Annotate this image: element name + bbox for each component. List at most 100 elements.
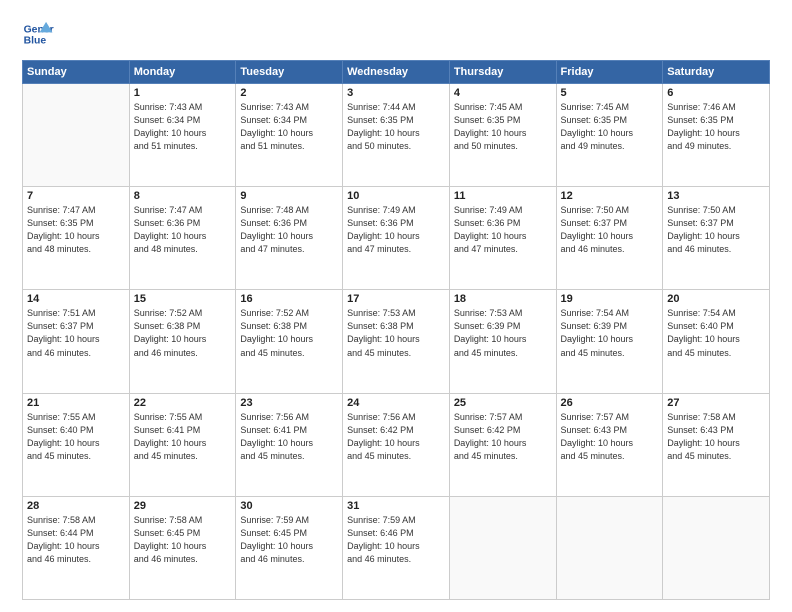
calendar-cell: 7 Sunrise: 7:47 AM Sunset: 6:35 PM Daylig…: [23, 187, 130, 290]
day-number: 11: [454, 190, 552, 202]
day-info: Sunrise: 7:50 AM Sunset: 6:37 PM Dayligh…: [561, 204, 659, 256]
logo: General Blue: [22, 18, 50, 50]
day-number: 26: [561, 397, 659, 409]
calendar-cell: 25 Sunrise: 7:57 AM Sunset: 6:42 PM Dayli…: [449, 393, 556, 496]
calendar-cell: 20Sunrise: 7:54 AM Sunset: 6:40 PM Dayli…: [663, 290, 770, 393]
calendar-cell: 23 Sunrise: 7:56 AM Sunset: 6:41 PM Dayli…: [236, 393, 343, 496]
calendar-cell: 26 Sunrise: 7:57 AM Sunset: 6:43 PM Dayli…: [556, 393, 663, 496]
day-number: 29: [134, 500, 232, 512]
calendar-cell: 4 Sunrise: 7:45 AM Sunset: 6:35 PM Daylig…: [449, 84, 556, 187]
day-info: Sunrise: 7:51 AM Sunset: 6:37 PM Dayligh…: [27, 307, 125, 359]
day-info: Sunrise: 7:56 AM Sunset: 6:42 PM Dayligh…: [347, 411, 445, 463]
calendar-cell: 9 Sunrise: 7:48 AM Sunset: 6:36 PM Daylig…: [236, 187, 343, 290]
week-row-3: 21 Sunrise: 7:55 AM Sunset: 6:40 PM Dayli…: [23, 393, 770, 496]
week-row-1: 7 Sunrise: 7:47 AM Sunset: 6:35 PM Daylig…: [23, 187, 770, 290]
day-number: 23: [240, 397, 338, 409]
calendar-cell: 5 Sunrise: 7:45 AM Sunset: 6:35 PM Daylig…: [556, 84, 663, 187]
calendar-cell: 18 Sunrise: 7:53 AM Sunset: 6:39 PM Dayli…: [449, 290, 556, 393]
day-info: Sunrise: 7:47 AM Sunset: 6:36 PM Dayligh…: [134, 204, 232, 256]
calendar-cell: 12 Sunrise: 7:50 AM Sunset: 6:37 PM Dayli…: [556, 187, 663, 290]
week-row-2: 14 Sunrise: 7:51 AM Sunset: 6:37 PM Dayli…: [23, 290, 770, 393]
day-info: Sunrise: 7:49 AM Sunset: 6:36 PM Dayligh…: [347, 204, 445, 256]
day-number: 22: [134, 397, 232, 409]
calendar-cell: 19Sunrise: 7:54 AM Sunset: 6:39 PM Dayli…: [556, 290, 663, 393]
day-number: 14: [27, 293, 125, 305]
day-number: 7: [27, 190, 125, 202]
day-info: Sunrise: 7:45 AM Sunset: 6:35 PM Dayligh…: [454, 101, 552, 153]
calendar-cell: 8Sunrise: 7:47 AM Sunset: 6:36 PM Daylig…: [129, 187, 236, 290]
day-number: 13: [667, 190, 765, 202]
day-info: Sunrise: 7:52 AM Sunset: 6:38 PM Dayligh…: [240, 307, 338, 359]
calendar-cell: 22 Sunrise: 7:55 AM Sunset: 6:41 PM Dayli…: [129, 393, 236, 496]
svg-text:Blue: Blue: [24, 36, 47, 47]
calendar-cell: 21 Sunrise: 7:55 AM Sunset: 6:40 PM Dayli…: [23, 393, 130, 496]
day-number: 27: [667, 397, 765, 409]
day-number: 4: [454, 87, 552, 99]
page: General Blue SundayMondayTuesdayWednesda…: [0, 0, 792, 612]
calendar-cell: 16 Sunrise: 7:52 AM Sunset: 6:38 PM Dayli…: [236, 290, 343, 393]
calendar-cell: [449, 496, 556, 599]
day-number: 10: [347, 190, 445, 202]
day-number: 1: [134, 87, 232, 99]
day-number: 9: [240, 190, 338, 202]
day-number: 2: [240, 87, 338, 99]
day-info: Sunrise: 7:43 AM Sunset: 6:34 PM Dayligh…: [134, 101, 232, 153]
week-row-0: 1 Sunrise: 7:43 AM Sunset: 6:34 PM Daylig…: [23, 84, 770, 187]
day-info: Sunrise: 7:53 AM Sunset: 6:38 PM Dayligh…: [347, 307, 445, 359]
calendar-cell: 6 Sunrise: 7:46 AM Sunset: 6:35 PM Daylig…: [663, 84, 770, 187]
calendar-cell: 3 Sunrise: 7:44 AM Sunset: 6:35 PM Daylig…: [343, 84, 450, 187]
day-info: Sunrise: 7:49 AM Sunset: 6:36 PM Dayligh…: [454, 204, 552, 256]
calendar-cell: 31 Sunrise: 7:59 AM Sunset: 6:46 PM Dayli…: [343, 496, 450, 599]
day-number: 16: [240, 293, 338, 305]
day-info: Sunrise: 7:54 AM Sunset: 6:39 PM Dayligh…: [561, 307, 659, 359]
day-info: Sunrise: 7:59 AM Sunset: 6:45 PM Dayligh…: [240, 514, 338, 566]
day-info: Sunrise: 7:59 AM Sunset: 6:46 PM Dayligh…: [347, 514, 445, 566]
day-number: 17: [347, 293, 445, 305]
weekday-header-saturday: Saturday: [663, 61, 770, 84]
day-number: 31: [347, 500, 445, 512]
day-number: 18: [454, 293, 552, 305]
day-info: Sunrise: 7:58 AM Sunset: 6:45 PM Dayligh…: [134, 514, 232, 566]
logo-icon: General Blue: [22, 18, 54, 50]
day-number: 25: [454, 397, 552, 409]
day-number: 20: [667, 293, 765, 305]
calendar-cell: 24 Sunrise: 7:56 AM Sunset: 6:42 PM Dayli…: [343, 393, 450, 496]
day-info: Sunrise: 7:58 AM Sunset: 6:43 PM Dayligh…: [667, 411, 765, 463]
day-info: Sunrise: 7:53 AM Sunset: 6:39 PM Dayligh…: [454, 307, 552, 359]
day-number: 3: [347, 87, 445, 99]
header: General Blue: [22, 18, 770, 50]
calendar-cell: 27 Sunrise: 7:58 AM Sunset: 6:43 PM Dayli…: [663, 393, 770, 496]
weekday-header-row: SundayMondayTuesdayWednesdayThursdayFrid…: [23, 61, 770, 84]
day-number: 6: [667, 87, 765, 99]
day-number: 12: [561, 190, 659, 202]
calendar-cell: 17 Sunrise: 7:53 AM Sunset: 6:38 PM Dayli…: [343, 290, 450, 393]
day-info: Sunrise: 7:52 AM Sunset: 6:38 PM Dayligh…: [134, 307, 232, 359]
calendar-cell: 1 Sunrise: 7:43 AM Sunset: 6:34 PM Daylig…: [129, 84, 236, 187]
day-number: 30: [240, 500, 338, 512]
calendar-cell: 30 Sunrise: 7:59 AM Sunset: 6:45 PM Dayli…: [236, 496, 343, 599]
calendar-cell: [556, 496, 663, 599]
day-number: 15: [134, 293, 232, 305]
day-info: Sunrise: 7:43 AM Sunset: 6:34 PM Dayligh…: [240, 101, 338, 153]
calendar-cell: 2 Sunrise: 7:43 AM Sunset: 6:34 PM Daylig…: [236, 84, 343, 187]
calendar-cell: [23, 84, 130, 187]
day-number: 5: [561, 87, 659, 99]
day-number: 24: [347, 397, 445, 409]
day-info: Sunrise: 7:45 AM Sunset: 6:35 PM Dayligh…: [561, 101, 659, 153]
day-info: Sunrise: 7:44 AM Sunset: 6:35 PM Dayligh…: [347, 101, 445, 153]
day-info: Sunrise: 7:56 AM Sunset: 6:41 PM Dayligh…: [240, 411, 338, 463]
day-info: Sunrise: 7:48 AM Sunset: 6:36 PM Dayligh…: [240, 204, 338, 256]
weekday-header-sunday: Sunday: [23, 61, 130, 84]
day-info: Sunrise: 7:57 AM Sunset: 6:43 PM Dayligh…: [561, 411, 659, 463]
day-info: Sunrise: 7:55 AM Sunset: 6:41 PM Dayligh…: [134, 411, 232, 463]
day-number: 28: [27, 500, 125, 512]
day-number: 21: [27, 397, 125, 409]
calendar-cell: 29 Sunrise: 7:58 AM Sunset: 6:45 PM Dayli…: [129, 496, 236, 599]
day-info: Sunrise: 7:57 AM Sunset: 6:42 PM Dayligh…: [454, 411, 552, 463]
calendar-cell: [663, 496, 770, 599]
day-info: Sunrise: 7:47 AM Sunset: 6:35 PM Dayligh…: [27, 204, 125, 256]
weekday-header-monday: Monday: [129, 61, 236, 84]
day-info: Sunrise: 7:55 AM Sunset: 6:40 PM Dayligh…: [27, 411, 125, 463]
day-info: Sunrise: 7:46 AM Sunset: 6:35 PM Dayligh…: [667, 101, 765, 153]
weekday-header-wednesday: Wednesday: [343, 61, 450, 84]
